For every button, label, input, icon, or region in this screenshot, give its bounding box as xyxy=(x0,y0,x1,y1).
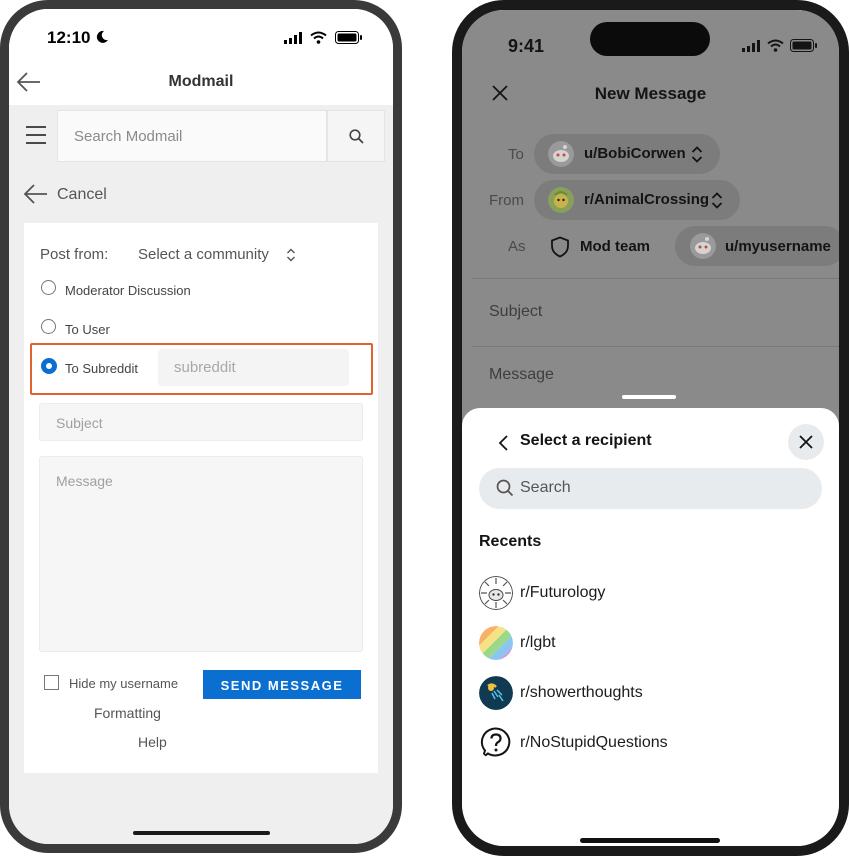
page-title: Modmail xyxy=(168,73,234,90)
updown-chevron-icon xyxy=(711,192,723,209)
radio-moderator-discussion[interactable] xyxy=(41,280,56,295)
subject-field[interactable]: Subject xyxy=(489,303,542,321)
search-input[interactable]: Search Modmail xyxy=(57,110,327,162)
back-chevron-icon[interactable] xyxy=(497,434,509,452)
subject-field[interactable]: Subject xyxy=(39,403,363,441)
cancel-arrow-icon[interactable] xyxy=(23,183,49,205)
as-mod-team-option[interactable]: Mod team xyxy=(580,238,650,255)
cancel-button[interactable]: Cancel xyxy=(57,186,107,204)
as-username: u/myusername xyxy=(725,238,831,255)
message-field[interactable]: Message xyxy=(489,366,554,384)
close-icon xyxy=(799,435,813,449)
message-field[interactable]: Message xyxy=(39,456,363,652)
option-to-user: To User xyxy=(65,322,110,337)
option-to-subreddit: To Subreddit xyxy=(65,361,138,376)
close-sheet-button[interactable] xyxy=(788,424,824,460)
home-indicator xyxy=(133,831,270,835)
sheet-drag-handle[interactable] xyxy=(622,395,676,399)
page-title: New Message xyxy=(594,84,707,103)
animalcrossing-avatar xyxy=(548,187,574,213)
divider xyxy=(472,278,839,279)
updown-chevron-icon xyxy=(691,146,703,163)
wifi-icon xyxy=(767,39,784,52)
shower-avatar xyxy=(479,676,513,710)
snoo-avatar xyxy=(690,233,716,259)
divider xyxy=(472,346,839,347)
radio-to-user[interactable] xyxy=(41,319,56,334)
rainbow-avatar xyxy=(479,626,513,660)
battery-icon xyxy=(790,39,817,52)
search-icon xyxy=(349,129,364,144)
recent-item-label: r/NoStupidQuestions xyxy=(520,734,668,751)
wifi-icon xyxy=(310,31,327,44)
recents-heading: Recents xyxy=(479,533,542,550)
hide-username-checkbox[interactable] xyxy=(44,675,59,690)
help-link[interactable]: Help xyxy=(138,734,167,750)
recent-item-label: r/lgbt xyxy=(520,634,556,651)
recent-item-label: r/showerthoughts xyxy=(520,684,643,701)
new-message-phone: 9:41 New Message To u/BobiCorwen From r/ xyxy=(452,0,849,856)
menu-icon[interactable] xyxy=(25,125,47,145)
as-label: As xyxy=(508,238,526,255)
to-label: To xyxy=(508,146,524,163)
modmail-phone: 12:10 Modmail Search Modmail Cancel Post… xyxy=(0,0,402,853)
moon-icon xyxy=(96,30,108,43)
send-message-button[interactable]: SEND MESSAGE xyxy=(203,670,361,699)
post-from-label: Post from: xyxy=(40,246,109,263)
from-community: r/AnimalCrossing xyxy=(584,191,710,208)
community-select[interactable]: Select a community xyxy=(138,246,269,263)
updown-chevron-icon xyxy=(287,248,295,262)
search-placeholder: Search xyxy=(520,479,571,496)
signal-icon xyxy=(284,32,302,44)
subreddit-input[interactable]: subreddit xyxy=(158,349,349,386)
signal-icon xyxy=(742,40,760,52)
futurology-avatar xyxy=(479,576,513,610)
formatting-link[interactable]: Formatting xyxy=(94,705,161,721)
search-button[interactable] xyxy=(327,110,385,162)
sheet-title: Select a recipient xyxy=(520,432,652,449)
home-indicator xyxy=(580,838,720,843)
from-label: From xyxy=(489,192,524,209)
radio-to-subreddit[interactable] xyxy=(41,358,57,374)
to-recipient: u/BobiCorwen xyxy=(584,145,686,162)
option-moderator-discussion: Moderator Discussion xyxy=(65,283,191,298)
search-icon xyxy=(496,479,514,497)
status-time: 12:10 xyxy=(47,28,91,47)
dynamic-island xyxy=(590,22,710,56)
shield-icon xyxy=(551,236,569,258)
hide-username-label: Hide my username xyxy=(69,676,179,691)
question-icon xyxy=(480,727,511,760)
snoo-avatar xyxy=(548,141,574,167)
recent-item-label: r/Futurology xyxy=(520,584,606,601)
battery-icon xyxy=(335,31,362,44)
status-time: 9:41 xyxy=(508,36,545,56)
